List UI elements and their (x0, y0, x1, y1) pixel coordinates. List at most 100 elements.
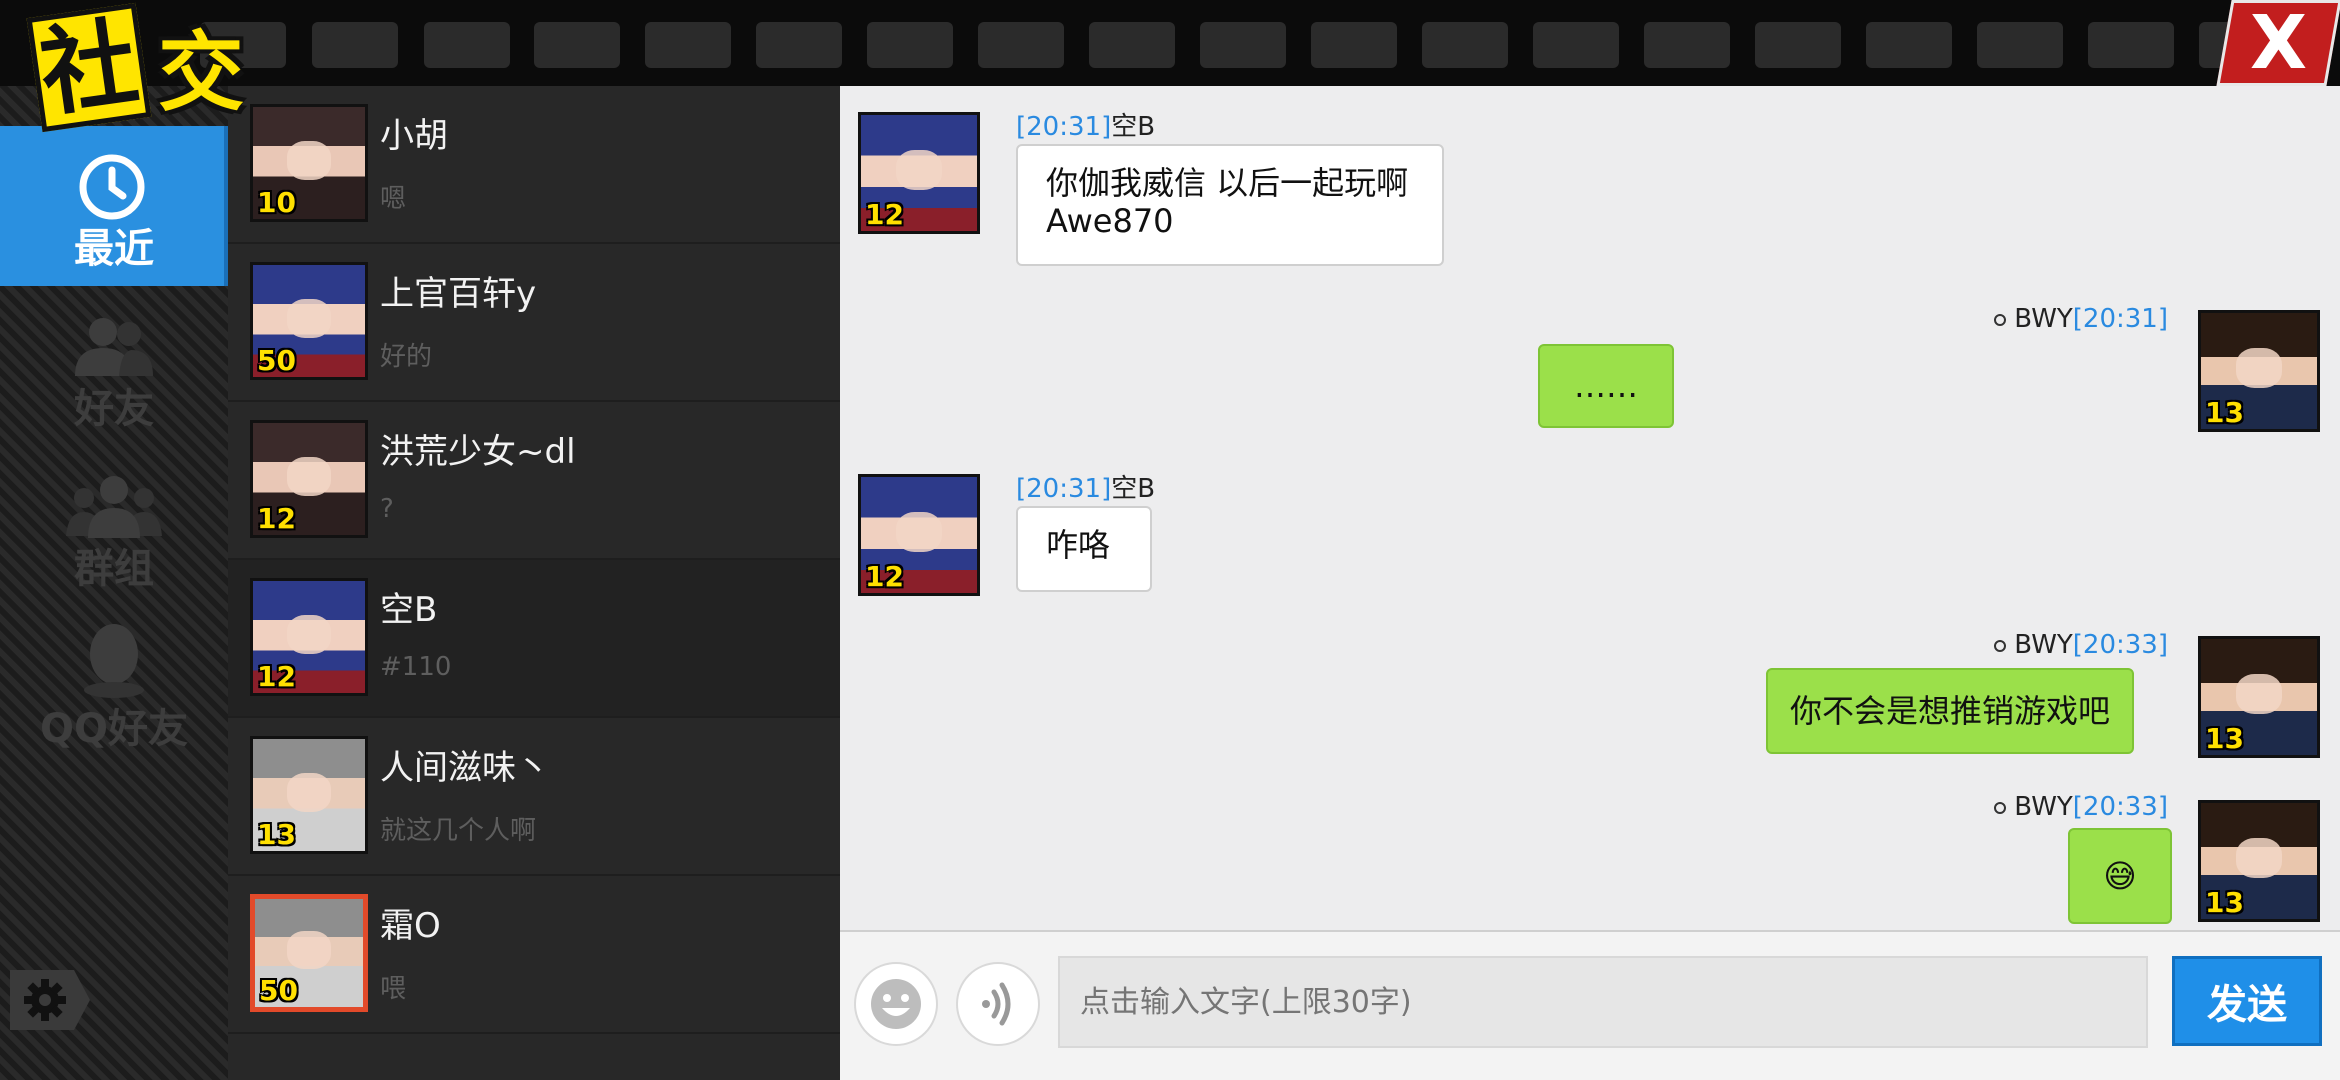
level-badge: 12 (257, 660, 296, 693)
nav-recent-label: 最近 (74, 226, 154, 272)
message-input[interactable] (1058, 956, 2148, 1048)
chat-panel: 12 [20:31]空B 你伽我威信 以后一起玩啊 Awe870 BWY[20:… (840, 86, 2340, 930)
contact-last-message: 嗯 (380, 184, 407, 214)
message-time: [20:33] (2072, 792, 2168, 822)
message-bubble: 😅 (2068, 828, 2172, 924)
message-sender: BWY (2014, 630, 2073, 660)
level-badge: 13 (257, 818, 296, 851)
qq-penguin-icon (84, 624, 144, 698)
level-badge: 50 (259, 974, 298, 1007)
film-hole (1755, 22, 1841, 68)
avatar: 10 (250, 104, 368, 222)
message-header: BWY[20:31] (1994, 304, 2168, 334)
avatar[interactable]: 12 (858, 474, 980, 596)
top-bar: X (0, 0, 2340, 86)
avatar: 50 (250, 262, 368, 380)
settings-button[interactable] (10, 970, 90, 1030)
film-hole (978, 22, 1064, 68)
contact-last-message: #110 (380, 652, 452, 682)
friends-icon (75, 318, 153, 376)
nav-friends[interactable]: 好友 (0, 286, 228, 446)
avatar: 50 (250, 894, 368, 1012)
nav-recent[interactable]: 最近 (0, 126, 228, 286)
message-bubble: 你不会是想推销游戏吧 (1766, 668, 2134, 754)
message-time: [20:31] (1016, 112, 1112, 142)
left-nav: 最近 好友 群组 QQ好友 (0, 86, 228, 1080)
avatar[interactable]: 13 (2198, 800, 2320, 922)
message-sender: BWY (2014, 304, 2073, 334)
gear-icon (24, 979, 66, 1021)
message-bubble: 咋咯 (1016, 506, 1152, 592)
message-time: [20:31] (2072, 304, 2168, 334)
message-header: [20:31]空B (1016, 106, 1155, 143)
message-bubble: …… (1538, 344, 1674, 428)
contact-item[interactable]: 13 人间滋味丶 就这几个人啊 (228, 718, 840, 876)
send-button[interactable]: 发送 (2172, 956, 2322, 1046)
film-hole (1200, 22, 1286, 68)
nav-friends-label: 好友 (74, 386, 154, 432)
contact-name: 人间滋味丶 (380, 748, 550, 788)
avatar: 12 (250, 420, 368, 538)
avatar[interactable]: 13 (2198, 310, 2320, 432)
level-badge: 12 (257, 502, 296, 535)
film-hole (1422, 22, 1508, 68)
avatar[interactable]: 12 (858, 112, 980, 234)
input-bar: 发送 (840, 932, 2340, 1080)
film-hole (312, 22, 398, 68)
contact-item[interactable]: 12 洪荒少女~dl ? (228, 402, 840, 560)
message-bubble: 你伽我威信 以后一起玩啊 Awe870 (1016, 144, 1444, 266)
voice-button[interactable] (956, 962, 1040, 1046)
avatar: 12 (250, 578, 368, 696)
contact-list: 10 小胡 嗯 50 上官百轩y 好的 12 洪荒少女~dl ? 12 空B #… (228, 86, 840, 1080)
nav-groups[interactable]: 群组 (0, 446, 228, 606)
logo-char-1: 社 (26, 2, 152, 133)
nav-qq-friends-label: QQ好友 (39, 706, 188, 752)
contact-name: 洪荒少女~dl (380, 432, 576, 472)
contact-item[interactable]: 50 上官百轩y 好的 (228, 244, 840, 402)
contact-name: 空B (380, 590, 438, 630)
message-sender: 空B (1111, 112, 1156, 142)
film-hole (867, 22, 953, 68)
avatar[interactable]: 13 (2198, 636, 2320, 758)
level-badge: 13 (2205, 722, 2244, 755)
nav-groups-label: 群组 (74, 546, 154, 592)
film-hole (1644, 22, 1730, 68)
film-hole (424, 22, 510, 68)
film-hole (756, 22, 842, 68)
message-header: BWY[20:33] (1994, 630, 2168, 660)
film-hole (1533, 22, 1619, 68)
message-time: [20:31] (1016, 474, 1112, 504)
emoji-icon (871, 979, 921, 1029)
contact-last-message: 喂 (380, 974, 407, 1004)
message-time: [20:33] (2072, 630, 2168, 660)
message-sender: 空B (1111, 474, 1156, 504)
contact-last-message: 好的 (380, 342, 433, 372)
film-hole (645, 22, 731, 68)
film-hole (534, 22, 620, 68)
contact-item[interactable]: 12 空B #110 (228, 560, 840, 718)
message-header: [20:31]空B (1016, 468, 1155, 505)
emoji-button[interactable] (854, 962, 938, 1046)
contact-name: 小胡 (380, 116, 448, 156)
clock-icon (79, 154, 145, 220)
film-hole (1866, 22, 1952, 68)
level-badge: 12 (865, 560, 904, 593)
logo-char-2: 交 (158, 23, 244, 123)
contact-item[interactable]: 10 小胡 嗯 (228, 86, 840, 244)
message-header: BWY[20:33] (1994, 792, 2168, 822)
voice-icon (982, 982, 1011, 1026)
contact-last-message: 就这几个人啊 (380, 816, 537, 846)
level-badge: 12 (865, 198, 904, 231)
contact-last-message: ? (380, 494, 394, 524)
group-icon (66, 476, 162, 538)
contact-item[interactable]: 50 霜O 喂 (228, 876, 840, 1034)
contact-name: 霜O (380, 906, 441, 946)
film-hole (1311, 22, 1397, 68)
avatar: 13 (250, 736, 368, 854)
film-hole (1977, 22, 2063, 68)
nav-qq-friends[interactable]: QQ好友 (0, 606, 228, 766)
film-hole (1089, 22, 1175, 68)
film-hole (2088, 22, 2174, 68)
message-sender: BWY (2014, 792, 2073, 822)
close-button[interactable]: X (2216, 0, 2340, 86)
